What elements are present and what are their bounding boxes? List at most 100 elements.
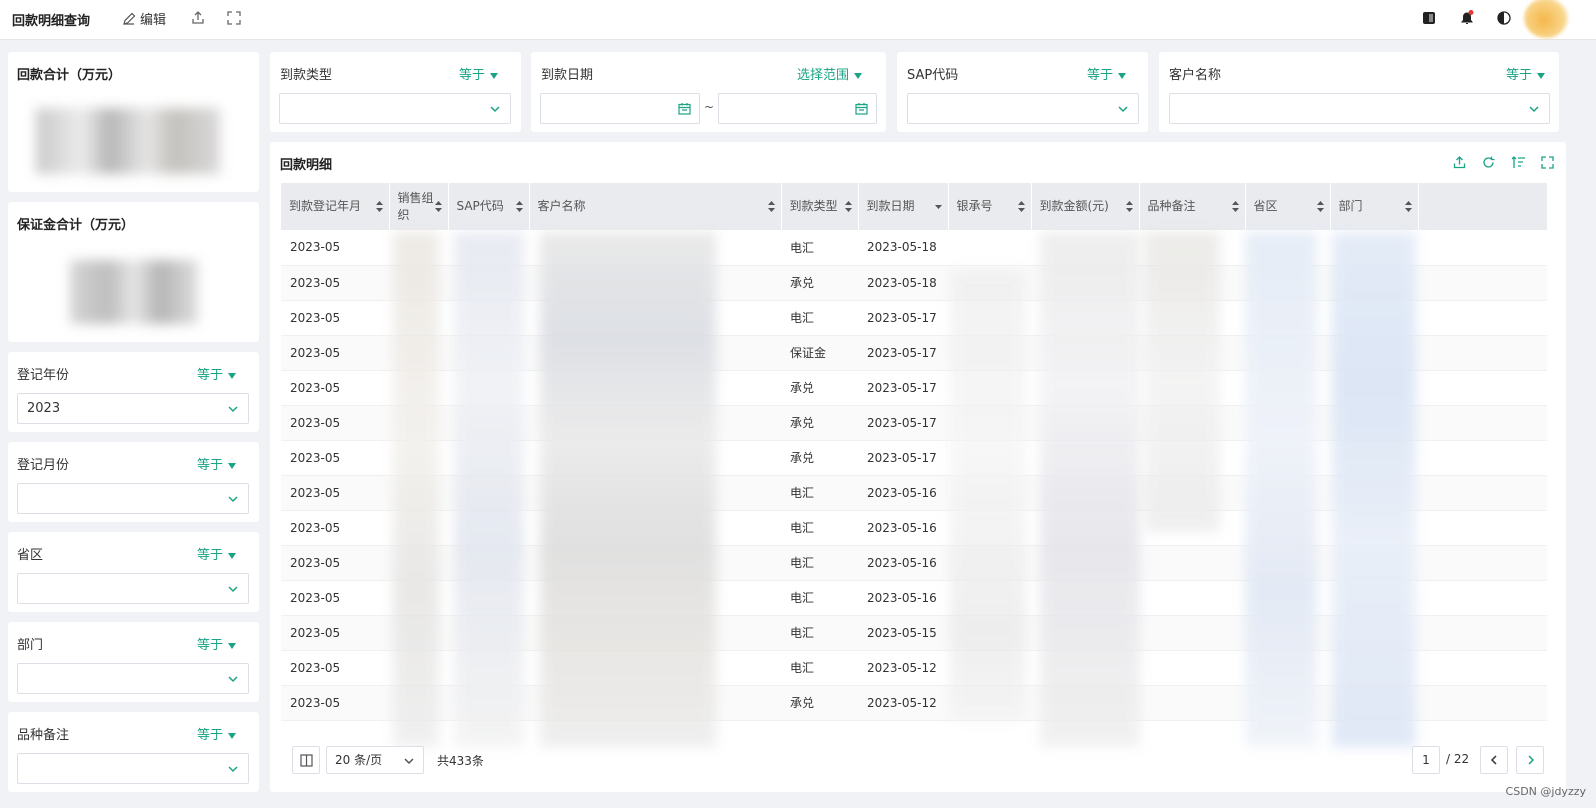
col-header[interactable]: 部门 (1330, 183, 1419, 230)
theme-icon[interactable] (1495, 9, 1513, 27)
col-header-label: 销售组织 (397, 190, 434, 222)
deposit-total-card: 保证金合计（万元） (8, 202, 259, 342)
redacted-sales-org (393, 232, 439, 747)
cell-register-month: 2023-05 (281, 300, 389, 336)
sort-icon (375, 201, 383, 212)
chevron-down-icon (228, 406, 238, 413)
col-header-label: 到款金额(元) (1039, 199, 1109, 213)
filter-variety-select[interactable] (17, 753, 249, 784)
filter-year-select[interactable]: 2023 (17, 393, 249, 424)
filter-province-select[interactable] (17, 573, 249, 604)
filter-payment-date-operator[interactable]: 选择范围 (797, 64, 863, 83)
cell-register-month: 2023-05 (281, 370, 389, 406)
caret-down-icon (228, 552, 237, 559)
filter-department-operator[interactable]: 等于 (197, 634, 237, 653)
cell-payment-type: 电汇 (781, 650, 858, 686)
filter-sap-operator[interactable]: 等于 (1087, 64, 1127, 83)
filter-customer-select[interactable] (1169, 93, 1550, 124)
cell-register-month: 2023-05 (281, 335, 389, 371)
filter-customer-operator[interactable]: 等于 (1506, 64, 1546, 83)
prev-page-button[interactable] (1480, 746, 1508, 774)
filter-province-operator[interactable]: 等于 (197, 544, 237, 563)
filter-year-operator[interactable]: 等于 (197, 364, 237, 383)
filter-variety-operator-label: 等于 (197, 728, 224, 743)
cell-payment-type: 电汇 (781, 580, 858, 616)
col-header[interactable]: SAP代码 (448, 183, 530, 230)
refresh-icon[interactable] (1481, 155, 1496, 170)
col-header[interactable]: 客户名称 (529, 183, 782, 230)
filter-month-select[interactable] (17, 483, 249, 514)
filter-sap-label: SAP代码 (907, 68, 959, 83)
page-number-value: 1 (1422, 753, 1430, 767)
fullscreen-icon[interactable] (225, 9, 243, 27)
calendar-icon (855, 103, 868, 115)
redacted-variety (1145, 232, 1220, 532)
page-size-select[interactable]: 20 条/页 (326, 746, 424, 774)
col-header[interactable]: 销售组织 (389, 183, 449, 230)
export-icon[interactable] (1452, 155, 1467, 170)
date-end-input[interactable] (718, 93, 877, 124)
col-header[interactable]: 品种备注 (1139, 183, 1246, 230)
edit-label: 编辑 (140, 13, 167, 28)
col-header[interactable]: 到款登记年月 (281, 183, 390, 230)
col-header[interactable]: 省区 (1245, 183, 1331, 230)
export-icon[interactable] (189, 9, 207, 27)
sort-icon (1404, 201, 1412, 212)
col-header-label: 到款登记年月 (289, 199, 362, 213)
cell-register-month: 2023-05 (281, 580, 389, 616)
cell-payment-date: 2023-05-17 (858, 440, 948, 476)
redacted-bill-no (950, 270, 1026, 720)
watermark: CSDN @jdyzzy (1505, 785, 1586, 798)
cell-payment-date: 2023-05-17 (858, 370, 948, 406)
page-number-input[interactable]: 1 (1412, 746, 1440, 774)
filter-month-operator[interactable]: 等于 (197, 454, 237, 473)
chevron-right-icon (1528, 755, 1535, 765)
cell-payment-type: 承兑 (781, 370, 858, 406)
cell-payment-date: 2023-05-16 (858, 545, 948, 581)
col-header[interactable]: 到款类型 (781, 183, 859, 230)
redacted-department (1332, 232, 1416, 747)
cell-register-month: 2023-05 (281, 475, 389, 511)
filter-variety-operator[interactable]: 等于 (197, 724, 237, 743)
caret-down-icon (228, 642, 237, 649)
edit-button[interactable]: 编辑 (122, 9, 166, 28)
col-header-label: 客户名称 (537, 199, 586, 213)
fullscreen-icon[interactable] (1540, 155, 1555, 170)
column-settings-button[interactable] (292, 746, 320, 774)
edit-icon (123, 12, 136, 25)
layout-icon[interactable] (1420, 9, 1438, 27)
filter-payment-type-select[interactable] (279, 93, 511, 124)
chevron-down-icon (1118, 106, 1128, 113)
filter-province-card: 省区 等于 (8, 532, 259, 612)
cell-payment-date: 2023-05-12 (858, 685, 948, 721)
filter-department-select[interactable] (17, 663, 249, 694)
date-start-input[interactable] (540, 93, 700, 124)
sort-settings-icon[interactable] (1511, 155, 1526, 170)
bell-icon[interactable] (1458, 9, 1476, 27)
table-title: 回款明细 (280, 158, 333, 173)
sort-icon (1017, 201, 1025, 212)
sort-desc-icon (934, 205, 942, 209)
filter-payment-type-card: 到款类型 等于 (270, 52, 521, 132)
chevron-down-icon (228, 586, 238, 593)
col-header[interactable]: 到款日期 (858, 183, 949, 230)
cell-payment-type: 电汇 (781, 615, 858, 651)
filter-payment-type-operator-label: 等于 (459, 68, 486, 83)
filter-payment-date-operator-label: 选择范围 (797, 68, 850, 83)
caret-down-icon (1118, 72, 1127, 79)
sort-icon (434, 201, 442, 212)
filter-month-card: 登记月份 等于 (8, 442, 259, 522)
cell-register-month: 2023-05 (281, 405, 389, 441)
cell-payment-date: 2023-05-16 (858, 510, 948, 546)
col-header[interactable]: 银承号 (948, 183, 1032, 230)
col-header-label: SAP代码 (456, 199, 504, 213)
filter-department-label: 部门 (17, 638, 44, 653)
filter-province-label: 省区 (17, 548, 44, 563)
filter-sap-select[interactable] (907, 93, 1139, 124)
col-header[interactable]: 到款金额(元) (1031, 183, 1140, 230)
next-page-button[interactable] (1516, 746, 1544, 774)
filter-payment-type-operator[interactable]: 等于 (459, 64, 499, 83)
filter-sap-operator-label: 等于 (1087, 68, 1114, 83)
avatar[interactable] (1524, 0, 1568, 38)
filter-variety-label: 品种备注 (17, 728, 70, 743)
